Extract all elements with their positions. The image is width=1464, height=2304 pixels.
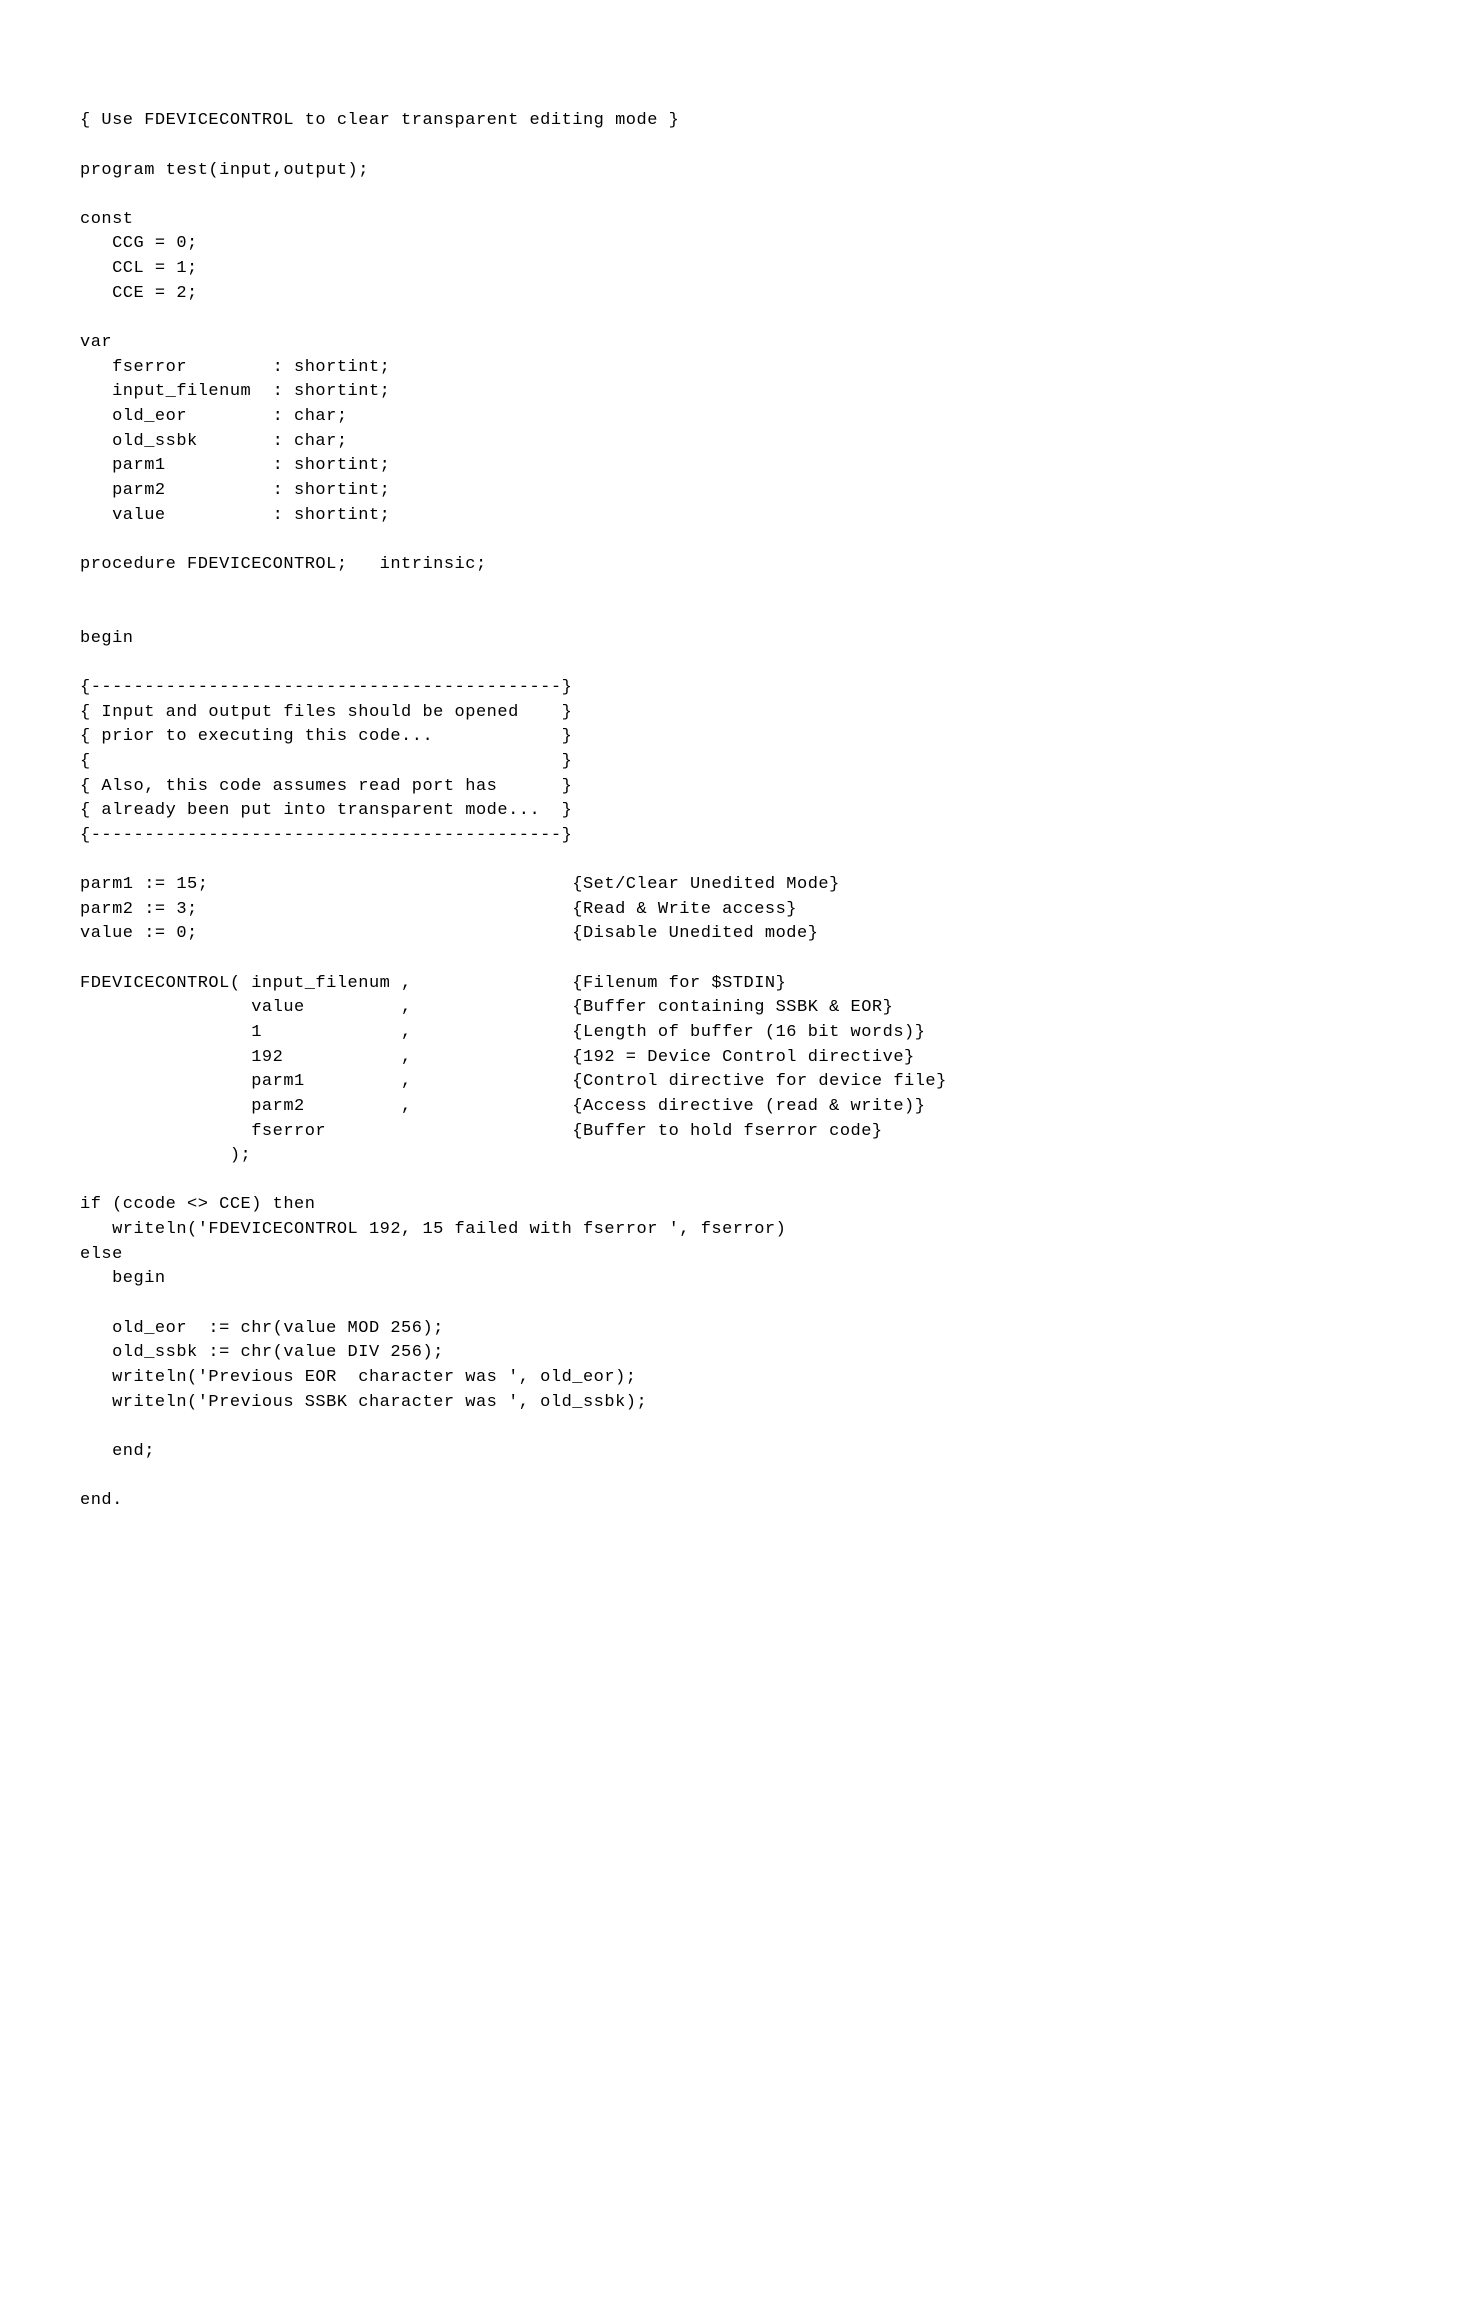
code-listing: { Use FDEVICECONTROL to clear transparen… — [80, 109, 1380, 1514]
